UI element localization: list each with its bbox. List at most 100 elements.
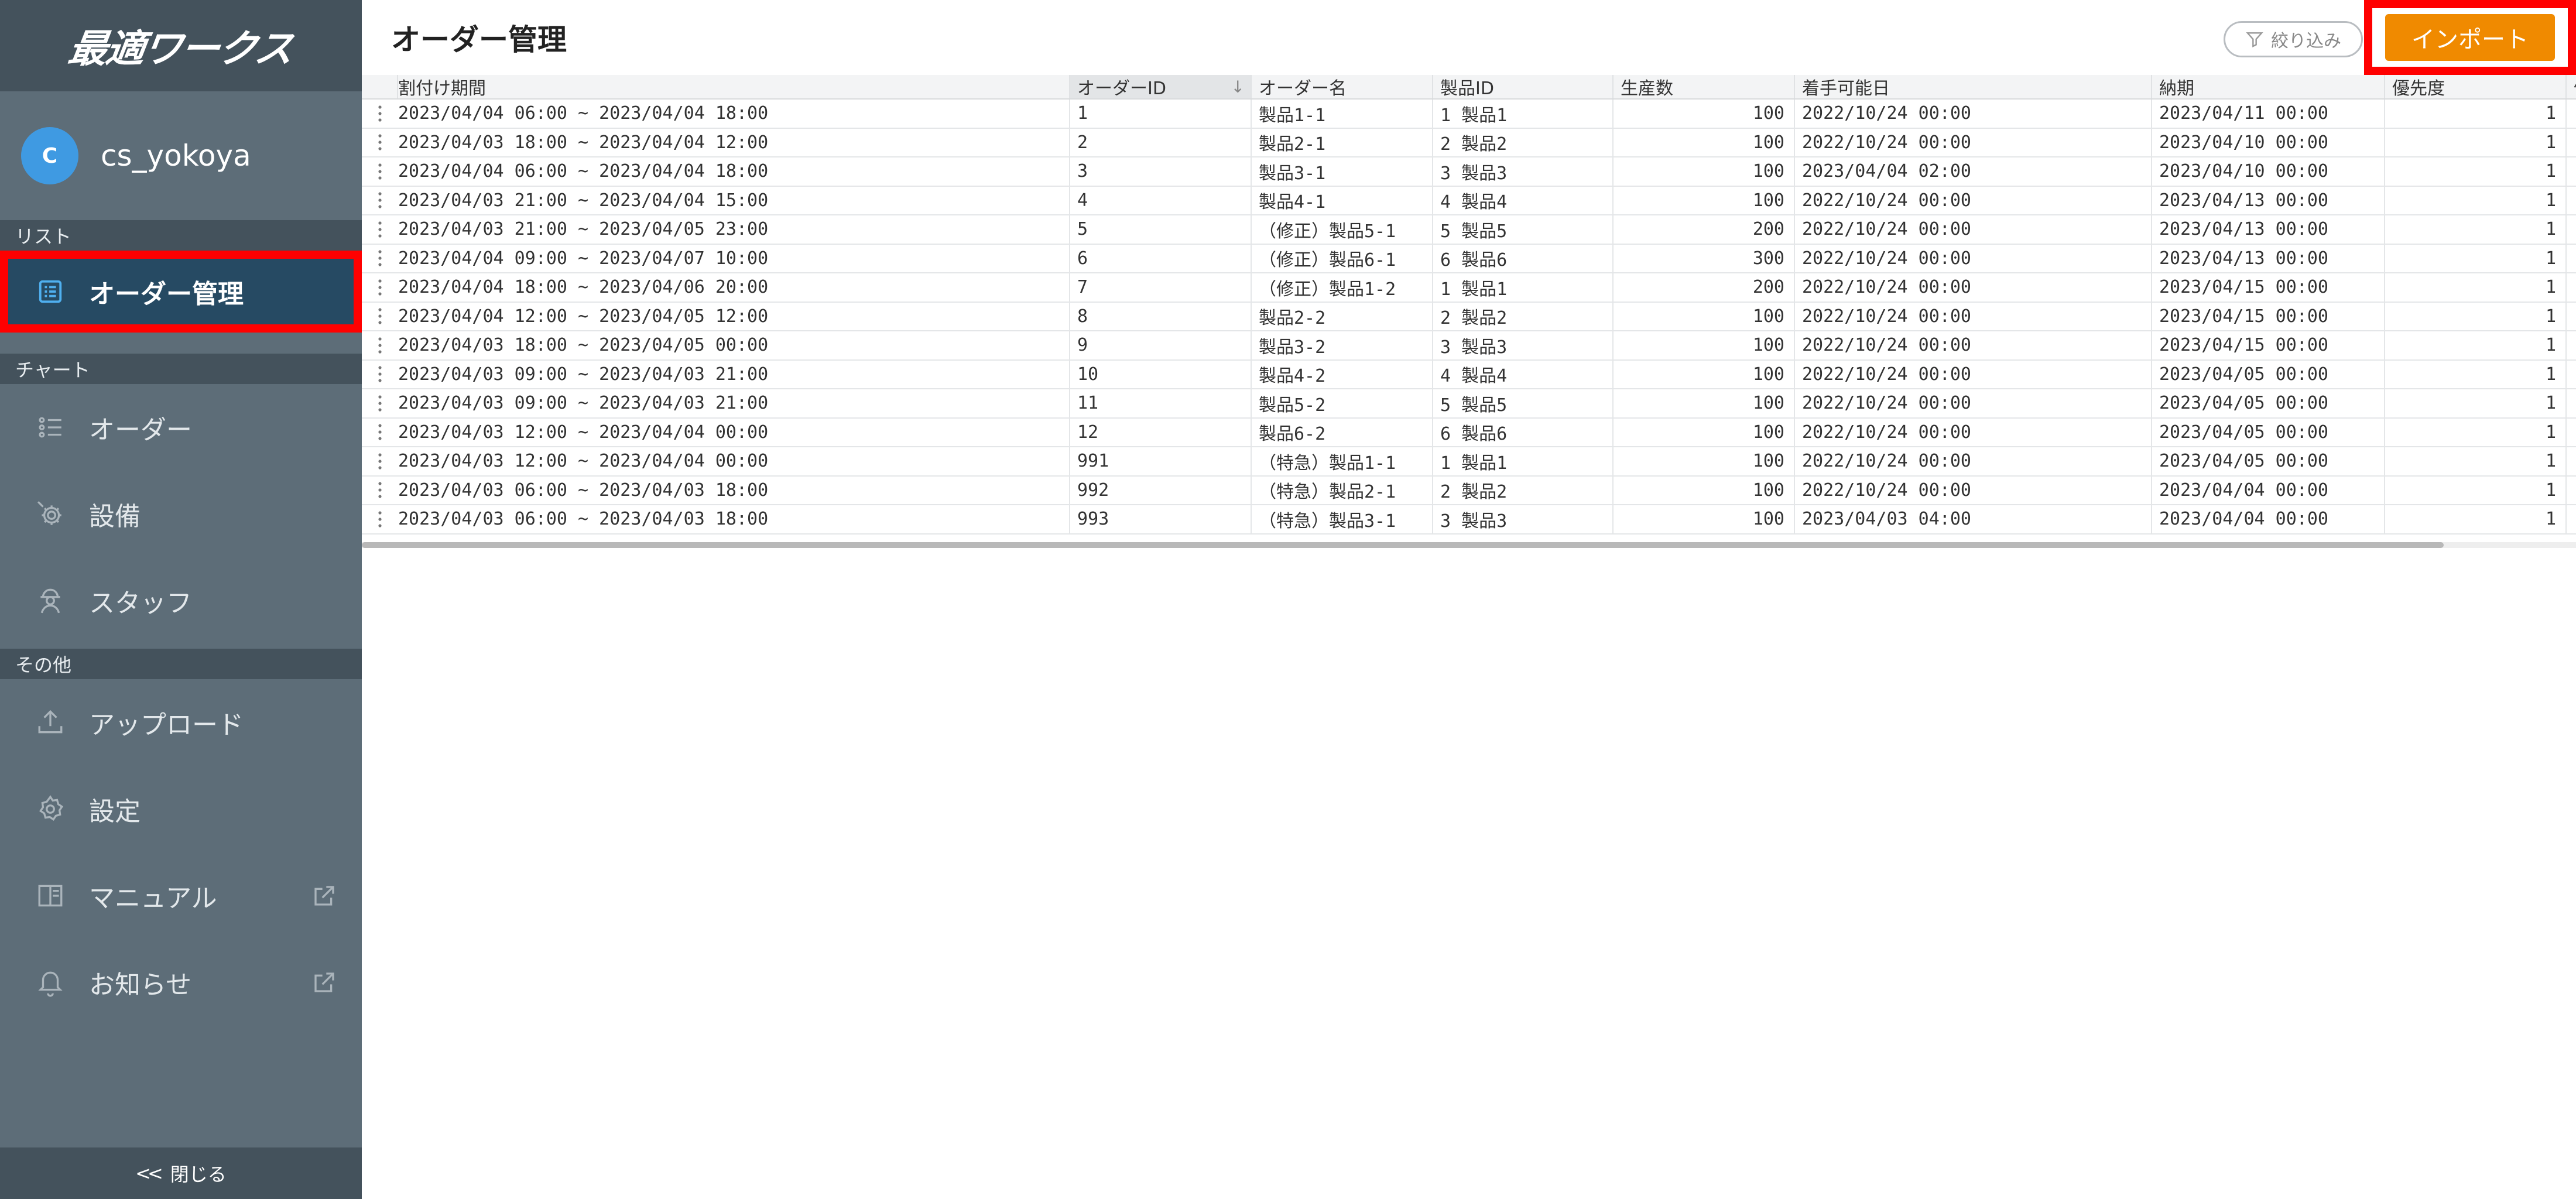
- cell-notes[interactable]: [2567, 361, 2576, 389]
- row-drag-handle-icon[interactable]: [362, 505, 398, 533]
- row-drag-handle-icon[interactable]: [362, 477, 398, 505]
- cell-order-id[interactable]: 993: [1070, 505, 1252, 533]
- cell-quantity[interactable]: 100: [1614, 360, 1795, 388]
- cell-period[interactable]: 2023/04/03 21:00 ~ 2023/04/05 23:00: [398, 215, 1070, 244]
- table-row[interactable]: 2023/04/03 12:00 ~ 2023/04/04 00:00 12 製品6…: [362, 418, 2576, 447]
- cell-notes[interactable]: [2567, 331, 2576, 359]
- cell-start-date[interactable]: 2022/10/24 00:00: [1795, 360, 2152, 388]
- column-header-notes[interactable]: 備考: [2567, 75, 2576, 98]
- column-header-order-id[interactable]: オーダーID ↓: [1070, 75, 1252, 98]
- row-drag-handle-icon[interactable]: [362, 389, 398, 417]
- cell-priority[interactable]: 1: [2385, 505, 2567, 533]
- cell-start-date[interactable]: 2022/10/24 00:00: [1795, 128, 2152, 156]
- cell-due-date[interactable]: 2023/04/13 00:00: [2152, 244, 2385, 272]
- cell-priority[interactable]: 1: [2385, 418, 2567, 446]
- table-row[interactable]: 2023/04/03 06:00 ~ 2023/04/03 18:00 993 （特…: [362, 505, 2576, 535]
- cell-period[interactable]: 2023/04/03 12:00 ~ 2023/04/04 00:00: [398, 418, 1070, 446]
- cell-period[interactable]: 2023/04/03 18:00 ~ 2023/04/04 12:00: [398, 128, 1070, 156]
- row-drag-handle-icon[interactable]: [362, 157, 398, 186]
- cell-product-id[interactable]: 3 製品3: [1433, 331, 1614, 359]
- cell-priority[interactable]: 1: [2385, 302, 2567, 330]
- cell-quantity[interactable]: 100: [1614, 100, 1795, 128]
- row-drag-handle-icon[interactable]: [362, 215, 398, 244]
- cell-notes[interactable]: [2567, 245, 2576, 273]
- cell-start-date[interactable]: 2022/10/24 00:00: [1795, 100, 2152, 128]
- cell-quantity[interactable]: 100: [1614, 128, 1795, 156]
- cell-product-id[interactable]: 5 製品5: [1433, 389, 1614, 417]
- row-drag-handle-icon[interactable]: [362, 303, 398, 331]
- cell-order-name[interactable]: （修正）製品5-1: [1252, 215, 1433, 244]
- cell-order-id[interactable]: 12: [1070, 418, 1252, 446]
- cell-order-id[interactable]: 4: [1070, 186, 1252, 214]
- cell-period[interactable]: 2023/04/03 06:00 ~ 2023/04/03 18:00: [398, 476, 1070, 504]
- cell-product-id[interactable]: 2 製品2: [1433, 476, 1614, 504]
- cell-quantity[interactable]: 100: [1614, 447, 1795, 475]
- cell-period[interactable]: 2023/04/03 09:00 ~ 2023/04/03 21:00: [398, 360, 1070, 388]
- column-header-priority[interactable]: 優先度: [2385, 75, 2567, 98]
- sidebar-item-staff[interactable]: スタッフ: [0, 557, 362, 644]
- cell-priority[interactable]: 1: [2385, 273, 2567, 302]
- table-row[interactable]: 2023/04/03 12:00 ~ 2023/04/04 00:00 991 （特…: [362, 447, 2576, 477]
- cell-order-name[interactable]: 製品6-2: [1252, 418, 1433, 446]
- cell-order-name[interactable]: 製品1-1: [1252, 100, 1433, 128]
- cell-due-date[interactable]: 2023/04/05 00:00: [2152, 447, 2385, 475]
- cell-order-id[interactable]: 3: [1070, 157, 1252, 186]
- cell-start-date[interactable]: 2023/04/04 02:00: [1795, 157, 2152, 186]
- cell-period[interactable]: 2023/04/04 12:00 ~ 2023/04/05 12:00: [398, 302, 1070, 330]
- row-drag-handle-icon[interactable]: [362, 129, 398, 157]
- cell-quantity[interactable]: 100: [1614, 157, 1795, 186]
- table-row[interactable]: 2023/04/04 06:00 ~ 2023/04/04 18:00 3 製品3-…: [362, 157, 2576, 187]
- cell-due-date[interactable]: 2023/04/05 00:00: [2152, 418, 2385, 446]
- cell-notes[interactable]: [2567, 157, 2576, 186]
- cell-order-id[interactable]: 992: [1070, 476, 1252, 504]
- cell-order-name[interactable]: 製品4-1: [1252, 186, 1433, 214]
- cell-due-date[interactable]: 2023/04/05 00:00: [2152, 389, 2385, 417]
- row-drag-handle-icon[interactable]: [362, 187, 398, 215]
- cell-product-id[interactable]: 1 製品1: [1433, 447, 1614, 475]
- cell-priority[interactable]: 1: [2385, 157, 2567, 186]
- cell-start-date[interactable]: 2023/04/03 04:00: [1795, 505, 2152, 533]
- column-header-period[interactable]: 割付け期間: [398, 75, 1070, 98]
- cell-start-date[interactable]: 2022/10/24 00:00: [1795, 331, 2152, 359]
- cell-period[interactable]: 2023/04/04 06:00 ~ 2023/04/04 18:00: [398, 157, 1070, 186]
- row-drag-handle-icon[interactable]: [362, 361, 398, 389]
- table-row[interactable]: 2023/04/04 12:00 ~ 2023/04/05 12:00 8 製品2-…: [362, 302, 2576, 331]
- cell-quantity[interactable]: 300: [1614, 244, 1795, 272]
- cell-order-name[interactable]: 製品4-2: [1252, 360, 1433, 388]
- cell-due-date[interactable]: 2023/04/04 00:00: [2152, 476, 2385, 504]
- cell-start-date[interactable]: 2022/10/24 00:00: [1795, 418, 2152, 446]
- sidebar-item-equipment[interactable]: 設備: [0, 471, 362, 557]
- cell-product-id[interactable]: 6 製品6: [1433, 244, 1614, 272]
- cell-product-id[interactable]: 6 製品6: [1433, 418, 1614, 446]
- cell-period[interactable]: 2023/04/03 21:00 ~ 2023/04/04 15:00: [398, 186, 1070, 214]
- cell-quantity[interactable]: 100: [1614, 331, 1795, 359]
- cell-start-date[interactable]: 2022/10/24 00:00: [1795, 215, 2152, 244]
- cell-due-date[interactable]: 2023/04/04 00:00: [2152, 505, 2385, 533]
- cell-period[interactable]: 2023/04/04 18:00 ~ 2023/04/06 20:00: [398, 273, 1070, 302]
- row-drag-handle-icon[interactable]: [362, 273, 398, 302]
- column-header-due-date[interactable]: 納期: [2152, 75, 2385, 98]
- cell-quantity[interactable]: 100: [1614, 302, 1795, 330]
- cell-notes[interactable]: [2567, 447, 2576, 475]
- cell-priority[interactable]: 1: [2385, 331, 2567, 359]
- cell-due-date[interactable]: 2023/04/15 00:00: [2152, 302, 2385, 330]
- filter-button[interactable]: 絞り込み: [2224, 21, 2363, 57]
- cell-product-id[interactable]: 3 製品3: [1433, 157, 1614, 186]
- row-drag-handle-icon[interactable]: [362, 100, 398, 128]
- cell-due-date[interactable]: 2023/04/10 00:00: [2152, 157, 2385, 186]
- scrollbar-thumb[interactable]: [362, 542, 2444, 548]
- table-row[interactable]: 2023/04/03 21:00 ~ 2023/04/04 15:00 4 製品4-…: [362, 186, 2576, 215]
- cell-start-date[interactable]: 2022/10/24 00:00: [1795, 389, 2152, 417]
- cell-start-date[interactable]: 2022/10/24 00:00: [1795, 244, 2152, 272]
- cell-product-id[interactable]: 4 製品4: [1433, 186, 1614, 214]
- cell-order-id[interactable]: 9: [1070, 331, 1252, 359]
- horizontal-scrollbar[interactable]: [362, 542, 2576, 548]
- cell-notes[interactable]: [2567, 477, 2576, 505]
- cell-notes[interactable]: [2567, 129, 2576, 157]
- cell-notes[interactable]: [2567, 303, 2576, 331]
- cell-notes[interactable]: [2567, 215, 2576, 244]
- cell-start-date[interactable]: 2022/10/24 00:00: [1795, 476, 2152, 504]
- user-profile[interactable]: C cs_yokoya: [0, 91, 362, 220]
- cell-product-id[interactable]: 1 製品1: [1433, 100, 1614, 128]
- sidebar-item-settings[interactable]: 設定: [0, 766, 362, 852]
